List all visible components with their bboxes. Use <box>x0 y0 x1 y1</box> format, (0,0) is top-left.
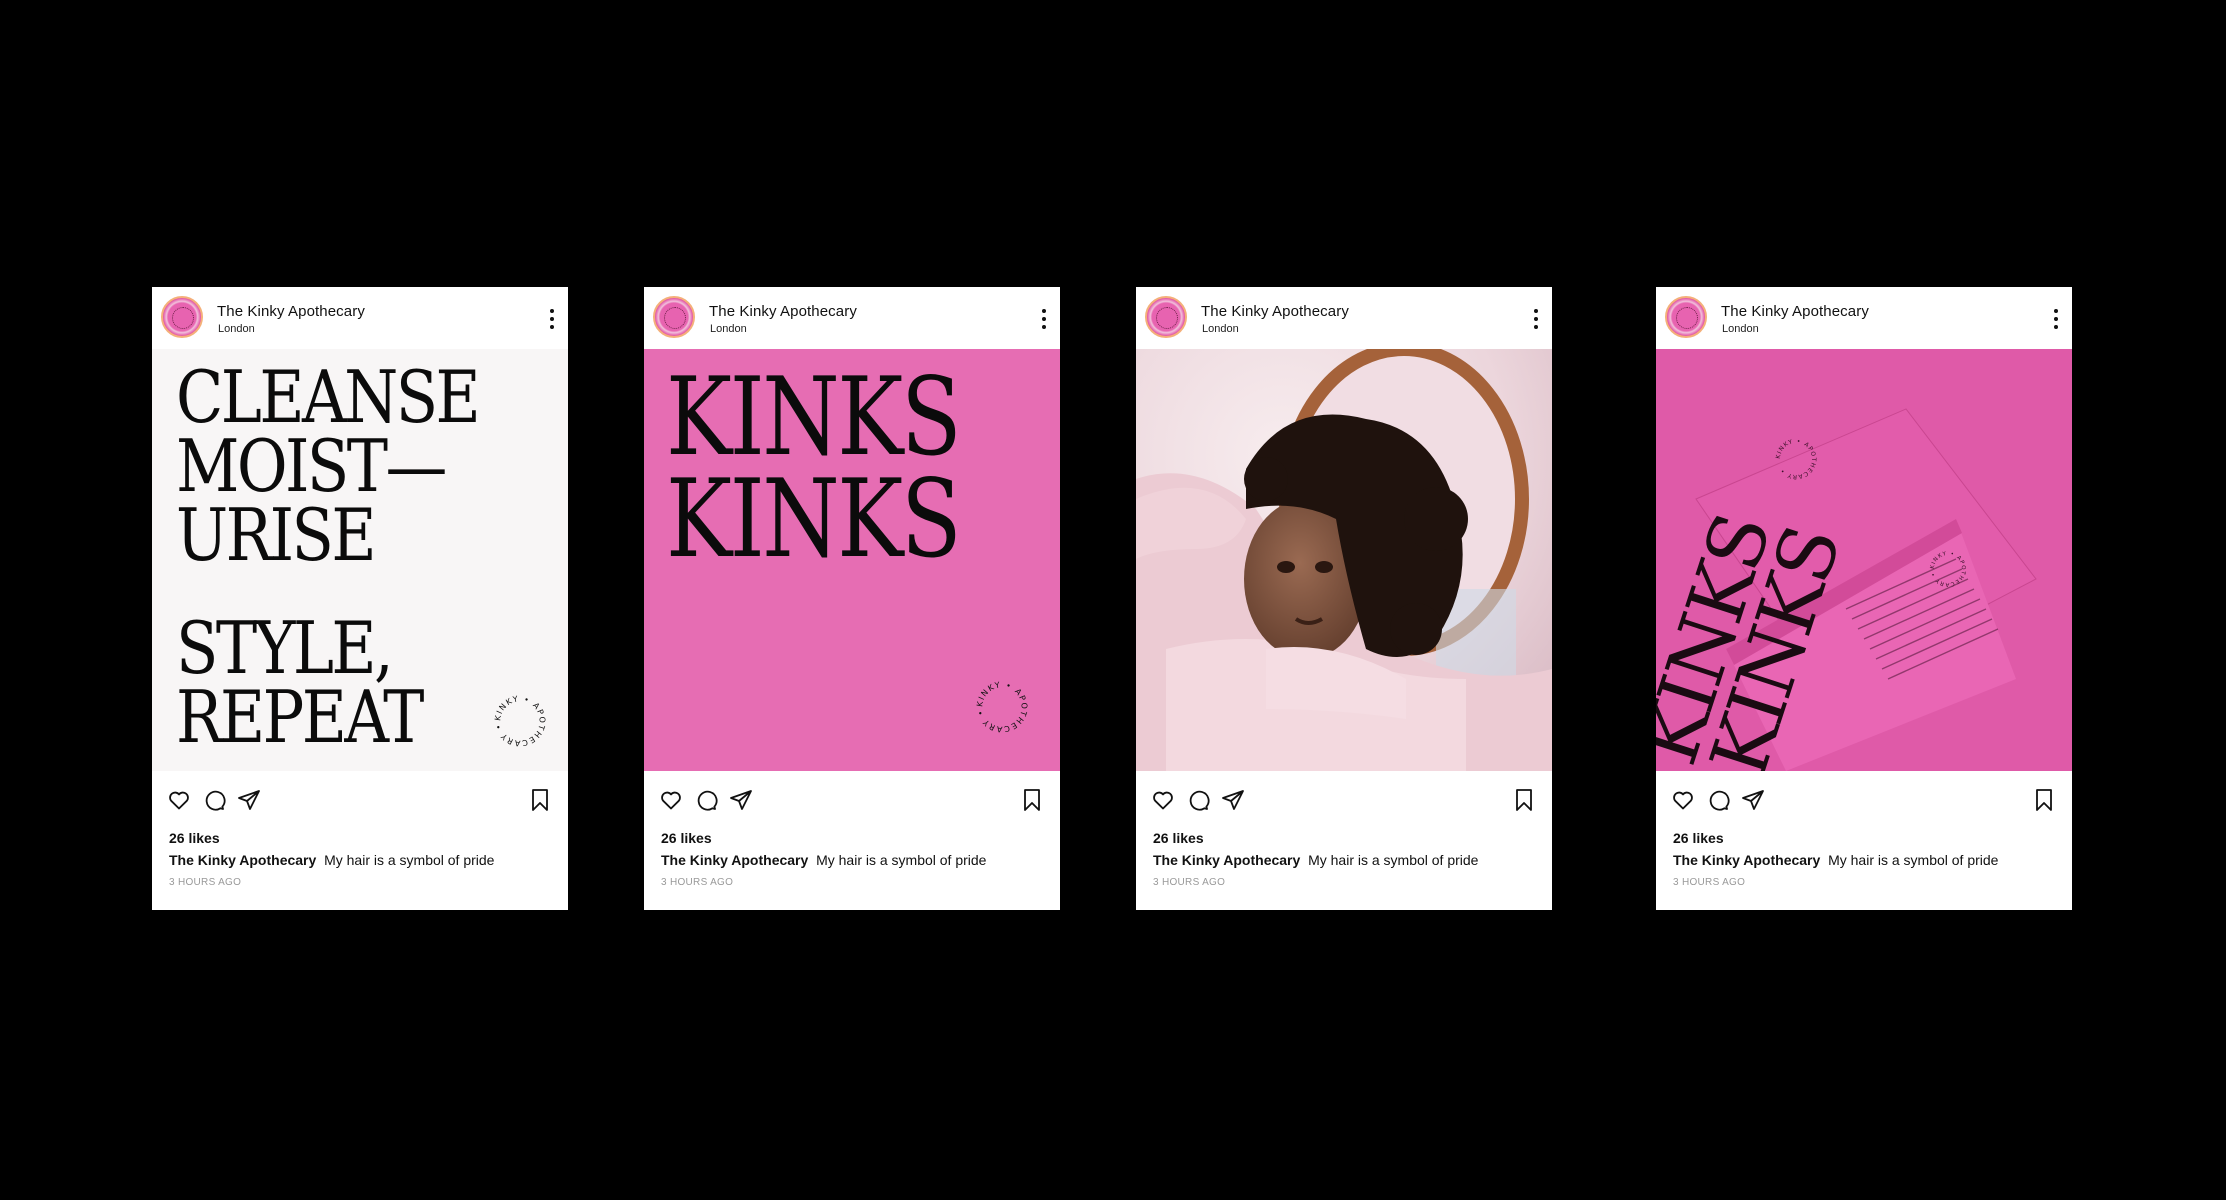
post-photo[interactable] <box>1136 349 1552 771</box>
likes-count[interactable]: 26 likes <box>661 830 712 846</box>
heart-icon[interactable] <box>1671 788 1695 812</box>
post-actions <box>152 771 568 827</box>
post-card-1: The Kinky Apothecary London CLEANSE MOIS… <box>152 287 568 910</box>
more-vertical-icon <box>1534 309 1538 313</box>
likes-count[interactable]: 26 likes <box>169 830 220 846</box>
post-timestamp: 3 HOURS AGO <box>169 877 242 888</box>
bookmark-icon[interactable] <box>2032 788 2056 812</box>
caption-author[interactable]: The Kinky Apothecary <box>1153 852 1300 868</box>
caption-author[interactable]: The Kinky Apothecary <box>169 852 316 868</box>
bookmark-icon[interactable] <box>1512 788 1536 812</box>
caption-author[interactable]: The Kinky Apothecary <box>1673 852 1820 868</box>
share-icon[interactable] <box>1741 788 1765 812</box>
post-header: The Kinky Apothecary London <box>152 287 568 349</box>
apothecary-seal-logo: KINKY • APOTHECARY • <box>974 679 1030 735</box>
post-timestamp: 3 HOURS AGO <box>1673 877 1746 888</box>
post-caption: The Kinky Apothecary My hair is a symbol… <box>169 852 494 868</box>
profile-avatar[interactable] <box>1665 296 1707 338</box>
share-icon[interactable] <box>237 788 261 812</box>
post-caption: The Kinky Apothecary My hair is a symbol… <box>1673 852 1998 868</box>
profile-avatar[interactable] <box>653 296 695 338</box>
post-actions <box>1656 771 2072 827</box>
post-actions <box>644 771 1060 827</box>
headline-kinks: KINKS KINKS <box>666 355 962 582</box>
heart-icon[interactable] <box>659 788 683 812</box>
likes-count[interactable]: 26 likes <box>1153 830 1204 846</box>
profile-avatar[interactable] <box>1145 296 1187 338</box>
post-header: The Kinky Apothecary London <box>1136 287 1552 349</box>
post-timestamp: 3 HOURS AGO <box>661 877 734 888</box>
share-icon[interactable] <box>729 788 753 812</box>
portrait-photo <box>1136 349 1552 771</box>
comment-icon[interactable] <box>1706 788 1730 812</box>
post-location[interactable]: London <box>710 323 747 335</box>
post-header: The Kinky Apothecary London <box>1656 287 2072 349</box>
comment-icon[interactable] <box>694 788 718 812</box>
svg-text:KINKY • APOTHECARY •: KINKY • APOTHECARY • <box>975 680 1028 734</box>
post-media[interactable]: KINKS KINKS KINKY • APOTHECARY • <box>644 349 1060 771</box>
post-card-3: The Kinky Apothecary London 26 likes The… <box>1136 287 1552 910</box>
account-name[interactable]: The Kinky Apothecary <box>1201 303 1349 320</box>
comment-icon[interactable] <box>202 788 226 812</box>
caption-author[interactable]: The Kinky Apothecary <box>661 852 808 868</box>
headline-style-repeat: STYLE, REPEAT <box>176 606 424 759</box>
likes-count[interactable]: 26 likes <box>1673 830 1724 846</box>
post-caption: The Kinky Apothecary My hair is a symbol… <box>661 852 986 868</box>
bookmark-icon[interactable] <box>528 788 552 812</box>
account-name[interactable]: The Kinky Apothecary <box>709 303 857 320</box>
heart-icon[interactable] <box>1151 788 1175 812</box>
post-location[interactable]: London <box>1202 323 1239 335</box>
post-caption: The Kinky Apothecary My hair is a symbol… <box>1153 852 1478 868</box>
post-timestamp: 3 HOURS AGO <box>1153 877 1226 888</box>
heart-icon[interactable] <box>167 788 191 812</box>
account-name[interactable]: The Kinky Apothecary <box>1721 303 1869 320</box>
post-header: The Kinky Apothecary London <box>644 287 1060 349</box>
more-vertical-icon <box>550 309 554 313</box>
more-options-button[interactable] <box>1040 306 1048 332</box>
share-icon[interactable] <box>1221 788 1245 812</box>
post-location[interactable]: London <box>218 323 255 335</box>
caption-text: My hair is a symbol of pride <box>816 852 987 868</box>
more-options-button[interactable] <box>1532 306 1540 332</box>
caption-text: My hair is a symbol of pride <box>1828 852 1999 868</box>
more-options-button[interactable] <box>548 306 556 332</box>
post-actions <box>1136 771 1552 827</box>
bookmark-icon[interactable] <box>1020 788 1044 812</box>
account-name[interactable]: The Kinky Apothecary <box>217 303 365 320</box>
post-location[interactable]: London <box>1722 323 1759 335</box>
profile-avatar[interactable] <box>161 296 203 338</box>
post-media[interactable]: CLEANSE MOIST— URISE STYLE, REPEAT KINKY… <box>152 349 568 771</box>
caption-text: My hair is a symbol of pride <box>324 852 495 868</box>
post-media[interactable]: KINKY • APOTHECARY • KINKY • APOTHECARY … <box>1656 349 2072 771</box>
apothecary-seal-logo: KINKY • APOTHECARY • <box>492 693 548 749</box>
more-vertical-icon <box>2054 309 2058 313</box>
post-card-2: The Kinky Apothecary London KINKS KINKS … <box>644 287 1060 910</box>
svg-text:KINKY • APOTHECARY •: KINKY • APOTHECARY • <box>493 694 546 748</box>
comment-icon[interactable] <box>1186 788 1210 812</box>
post-card-4: The Kinky Apothecary London KINKY • APOT… <box>1656 287 2072 910</box>
more-options-button[interactable] <box>2052 306 2060 332</box>
caption-text: My hair is a symbol of pride <box>1308 852 1479 868</box>
headline-cleanse: CLEANSE MOIST— URISE <box>176 355 481 577</box>
more-vertical-icon <box>1042 309 1046 313</box>
packaging-photo: KINKY • APOTHECARY • KINKY • APOTHECARY … <box>1656 349 2072 771</box>
